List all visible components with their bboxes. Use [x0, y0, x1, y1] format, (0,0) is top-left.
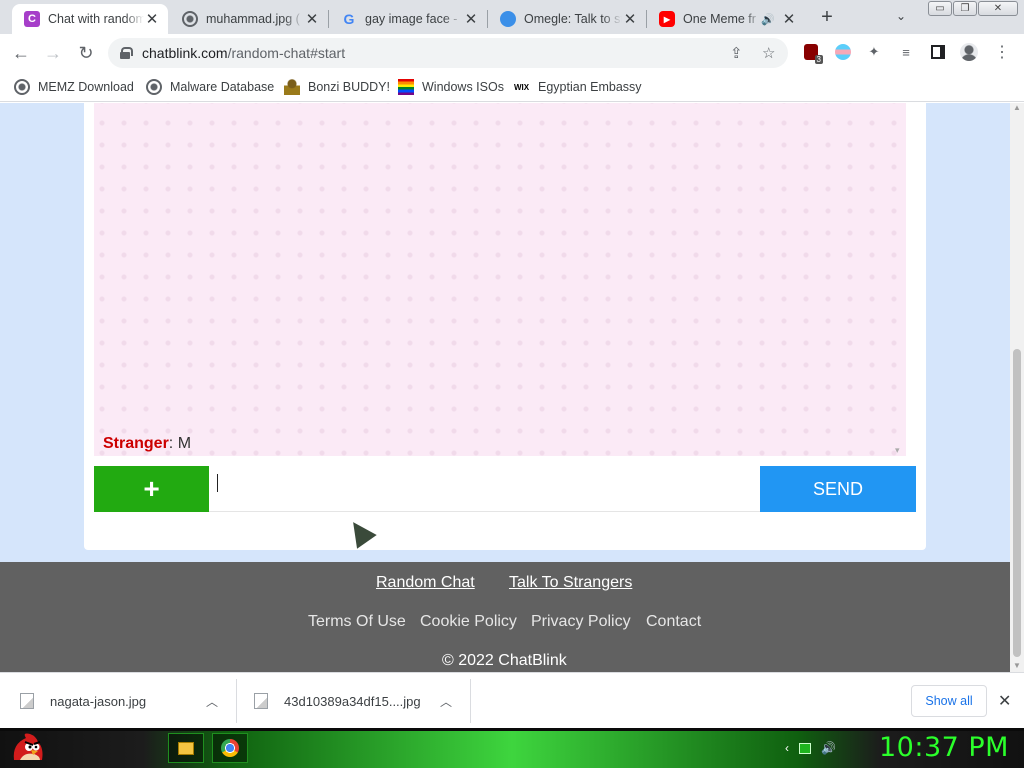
- tab-close-icon[interactable]: ✕: [144, 10, 160, 28]
- chatblink-logo-icon: C: [24, 11, 40, 27]
- tab-search-chevron-icon[interactable]: ⌄: [896, 9, 906, 23]
- footer-link-privacy-policy[interactable]: Privacy Policy: [531, 613, 631, 631]
- globe-icon: [14, 79, 30, 95]
- bookmark-egyptian-embassy[interactable]: WIX Egyptian Embassy: [514, 77, 642, 97]
- bookmark-malware-database[interactable]: Malware Database: [146, 77, 274, 97]
- bookmark-bonzi-buddy[interactable]: Bonzi BUDDY!: [284, 77, 390, 97]
- close-shelf-icon[interactable]: ✕: [998, 691, 1011, 711]
- restore-icon[interactable]: ❐: [953, 1, 977, 16]
- tab-close-icon[interactable]: ✕: [463, 10, 479, 28]
- scrollbar-thumb[interactable]: [1013, 349, 1021, 657]
- message-text: M: [173, 435, 192, 452]
- ublock-icon[interactable]: 3: [802, 43, 823, 64]
- chevron-up-icon[interactable]: ︿: [206, 693, 218, 710]
- network-icon[interactable]: [799, 742, 811, 754]
- page-scrollbar[interactable]: ▲ ▼: [1010, 103, 1024, 672]
- message-input[interactable]: [209, 466, 760, 512]
- browser-toolbar: ← → ↻ chatblink.com/random-chat#start ⇪ …: [0, 34, 1024, 72]
- speaker-icon[interactable]: 🔊: [761, 13, 775, 26]
- taskbar-file-explorer[interactable]: [168, 733, 204, 763]
- copyright-text: © 2022 ChatBlink: [442, 652, 567, 669]
- footer-link-terms[interactable]: Terms Of Use: [308, 613, 406, 631]
- scroll-down-arrow-icon[interactable]: ▼: [1013, 661, 1021, 670]
- reload-icon[interactable]: ↻: [75, 42, 97, 64]
- tab-title: gay image face -: [365, 12, 458, 26]
- bonzi-icon: [284, 79, 300, 95]
- download-item[interactable]: nagata-jason.jpg ︿: [20, 673, 236, 729]
- download-item[interactable]: 43d10389a34df15....jpg ︿: [254, 673, 470, 729]
- bookmarks-bar: MEMZ Download Malware Database Bonzi BUD…: [0, 72, 1024, 102]
- stranger-label: Stranger: [103, 435, 169, 452]
- window-close-icon[interactable]: ✕: [978, 1, 1018, 16]
- footer-link-random-chat[interactable]: Random Chat: [376, 574, 475, 592]
- share-icon[interactable]: ⇪: [730, 44, 743, 62]
- tab-title: Omegle: Talk to st: [524, 12, 622, 26]
- tab-one-meme[interactable]: ▶ One Meme fr 🔊 ✕: [647, 4, 805, 34]
- chrome-icon: [221, 739, 239, 757]
- address-bar[interactable]: chatblink.com/random-chat#start ⇪ ☆: [108, 38, 788, 68]
- text-caret: [217, 474, 218, 492]
- tab-chat-with-random[interactable]: C Chat with random ✕: [12, 4, 168, 34]
- download-filename: nagata-jason.jpg: [50, 693, 147, 709]
- tab-title: Chat with random: [48, 12, 144, 26]
- send-button[interactable]: SEND: [760, 466, 916, 512]
- back-arrow-icon[interactable]: ←: [10, 42, 32, 64]
- tab-strip: C Chat with random ✕ muhammad.jpg ( ✕ G …: [0, 0, 1024, 34]
- tab-close-icon[interactable]: ✕: [622, 10, 638, 28]
- chevron-up-icon[interactable]: ︿: [440, 693, 452, 710]
- side-panel-icon[interactable]: [929, 43, 947, 61]
- footer-link-talk-to-strangers[interactable]: Talk To Strangers: [509, 574, 632, 592]
- site-footer: Random Chat Talk To Strangers Terms Of U…: [0, 562, 1010, 672]
- download-shelf: nagata-jason.jpg ︿ 43d10389a34df15....jp…: [0, 672, 1024, 728]
- chat-panel: Stranger: M + SEND: [84, 103, 926, 550]
- profile-avatar-icon[interactable]: [960, 43, 978, 61]
- download-filename: 43d10389a34df15....jpg: [284, 693, 421, 709]
- tab-close-icon[interactable]: ✕: [781, 10, 797, 28]
- show-all-downloads-button[interactable]: Show all: [911, 685, 987, 717]
- bookmark-windows-isos[interactable]: Windows ISOs: [398, 77, 504, 97]
- webpage: Stranger: M + SEND Random Chat Talk To S…: [0, 103, 1010, 672]
- new-tab-button[interactable]: +: [816, 6, 838, 28]
- tab-muhammad-jpg[interactable]: muhammad.jpg ( ✕: [170, 4, 328, 34]
- system-tray: ‹ 🔊: [785, 734, 836, 762]
- url-text[interactable]: chatblink.com/random-chat#start: [142, 45, 345, 61]
- tab-title: One Meme fr: [683, 12, 756, 26]
- tab-gay-image-face[interactable]: G gay image face - ✕: [329, 4, 487, 34]
- tray-chevron-icon[interactable]: ‹: [785, 741, 789, 755]
- chat-log[interactable]: Stranger: M: [94, 103, 906, 456]
- globe-icon: [146, 79, 162, 95]
- add-attachment-button[interactable]: +: [94, 466, 209, 512]
- taskbar-chrome[interactable]: [212, 733, 248, 763]
- kebab-menu-icon[interactable]: ⋮: [993, 43, 1011, 61]
- taskbar: ‹ 🔊 10:37 PM: [0, 728, 1024, 768]
- youtube-logo-icon: ▶: [659, 11, 675, 27]
- forward-arrow-icon[interactable]: →: [42, 42, 64, 64]
- taskbar-clock[interactable]: 10:37 PM: [879, 732, 1009, 763]
- bookmark-star-icon[interactable]: ☆: [762, 44, 775, 62]
- lock-icon[interactable]: [120, 47, 133, 59]
- volume-icon[interactable]: 🔊: [821, 741, 836, 755]
- wix-icon: WIX: [514, 82, 530, 92]
- angry-bird-start-icon[interactable]: [10, 730, 46, 766]
- media-controls-icon[interactable]: ≡: [897, 43, 915, 61]
- tab-omegle[interactable]: Omegle: Talk to st ✕: [488, 4, 646, 34]
- footer-link-cookie-policy[interactable]: Cookie Policy: [420, 613, 517, 631]
- omegle-logo-icon: [500, 11, 516, 27]
- image-file-icon: [20, 693, 34, 709]
- footer-link-contact[interactable]: Contact: [646, 613, 701, 631]
- vpn-extension-icon[interactable]: [834, 43, 852, 61]
- chat-message: Stranger: M: [103, 435, 191, 453]
- scroll-up-arrow-icon[interactable]: ▲: [1013, 103, 1021, 112]
- folder-icon: [178, 741, 194, 755]
- google-logo-icon: G: [343, 11, 355, 27]
- bookmark-memz-download[interactable]: MEMZ Download: [14, 77, 134, 97]
- tab-title: muhammad.jpg (: [206, 12, 300, 26]
- chat-log-scrollbar[interactable]: [892, 103, 906, 456]
- minimize-icon[interactable]: ▭: [928, 1, 952, 16]
- puzzle-extensions-icon[interactable]: ✦: [865, 43, 883, 61]
- rainbow-flag-icon: [398, 79, 414, 95]
- image-file-icon: [254, 693, 268, 709]
- tab-close-icon[interactable]: ✕: [304, 10, 320, 28]
- globe-icon: [182, 11, 198, 27]
